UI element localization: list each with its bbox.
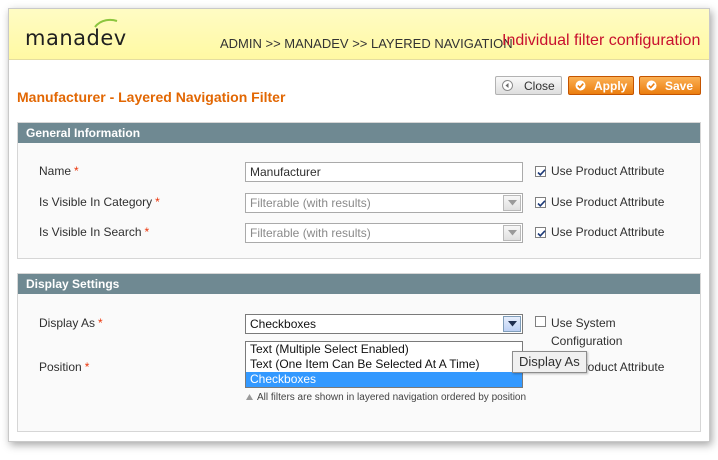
dropdown-arrow[interactable] xyxy=(503,225,521,241)
visible-in-search-select[interactable]: Filterable (with results) xyxy=(245,223,523,243)
display-as-select[interactable]: Checkboxes xyxy=(245,314,523,334)
manadev-logo: manadev xyxy=(25,26,127,50)
triangle-up-icon xyxy=(246,394,253,400)
display-as-dropdown-list: Text (Multiple Select Enabled) Text (One… xyxy=(245,341,523,388)
dropdown-option-selected[interactable]: Checkboxes xyxy=(246,372,522,387)
dropdown-option[interactable]: Text (Multiple Select Enabled) xyxy=(246,342,522,357)
dropdown-arrow[interactable] xyxy=(503,195,521,211)
checkmark-icon xyxy=(537,200,546,207)
apply-button[interactable]: Apply xyxy=(568,76,634,95)
name-label: Name * xyxy=(39,164,79,178)
display-as-label: Display As * xyxy=(39,316,103,330)
check-circle-icon xyxy=(575,80,586,91)
logo-swoosh-icon xyxy=(94,18,118,28)
select-value: Filterable (with results) xyxy=(250,226,371,240)
visible-in-category-label: Is Visible In Category * xyxy=(39,195,160,209)
header-bar: manadev ADMIN >> MANADEV >> LAYERED NAVI… xyxy=(9,9,709,60)
section-heading: Display Settings xyxy=(18,274,700,294)
breadcrumb: ADMIN >> MANADEV >> LAYERED NAVIGATION xyxy=(220,36,513,51)
checkmark-icon xyxy=(537,169,546,176)
close-button[interactable]: Close xyxy=(495,76,562,95)
position-label: Position * xyxy=(39,360,90,374)
display-settings-section: Display Settings Display As * Checkboxes … xyxy=(17,273,701,432)
save-button-label: Save xyxy=(665,79,694,93)
chevron-down-icon xyxy=(508,321,517,327)
apply-button-label: Apply xyxy=(594,79,628,93)
save-button[interactable]: Save xyxy=(639,76,701,95)
page-title: Manufacturer - Layered Navigation Filter xyxy=(17,89,286,105)
position-note: All filters are shown in layered navigat… xyxy=(245,389,535,406)
use-system-configuration-checkbox[interactable] xyxy=(535,316,546,327)
page-caption: Individual filter configuration xyxy=(502,32,701,49)
category-use-product-attribute-checkbox[interactable] xyxy=(535,197,546,208)
note-text: All filters are shown in layered navigat… xyxy=(257,392,527,403)
select-value: Checkboxes xyxy=(250,317,317,331)
section-heading: General Information xyxy=(18,123,700,143)
checkmark-icon xyxy=(537,230,546,237)
chevron-down-icon xyxy=(508,200,517,206)
checkbox-label: Use Product Attribute xyxy=(551,225,665,239)
chevron-down-icon xyxy=(508,230,517,236)
search-use-product-attribute-checkbox[interactable] xyxy=(535,227,546,238)
close-button-label: Close xyxy=(524,79,555,93)
tooltip: Display As xyxy=(512,351,587,373)
visible-in-category-select[interactable]: Filterable (with results) xyxy=(245,193,523,213)
back-arrow-icon xyxy=(502,80,513,91)
select-value: Filterable (with results) xyxy=(250,196,371,210)
visible-in-search-label: Is Visible In Search * xyxy=(39,225,150,239)
admin-window: manadev ADMIN >> MANADEV >> LAYERED NAVI… xyxy=(8,8,710,442)
checkbox-label: Use Product Attribute xyxy=(551,195,665,209)
name-use-product-attribute-checkbox[interactable] xyxy=(535,166,546,177)
dropdown-option[interactable]: Text (One Item Can Be Selected At A Time… xyxy=(246,357,522,372)
checkbox-label: Use System Configuration xyxy=(551,316,623,348)
general-information-section: General Information Name* Use Product At… xyxy=(17,122,701,259)
checkbox-label: Use Product Attribute xyxy=(551,164,665,178)
dropdown-arrow[interactable] xyxy=(503,316,521,332)
check-circle-icon xyxy=(646,80,657,91)
name-input[interactable] xyxy=(245,162,523,182)
